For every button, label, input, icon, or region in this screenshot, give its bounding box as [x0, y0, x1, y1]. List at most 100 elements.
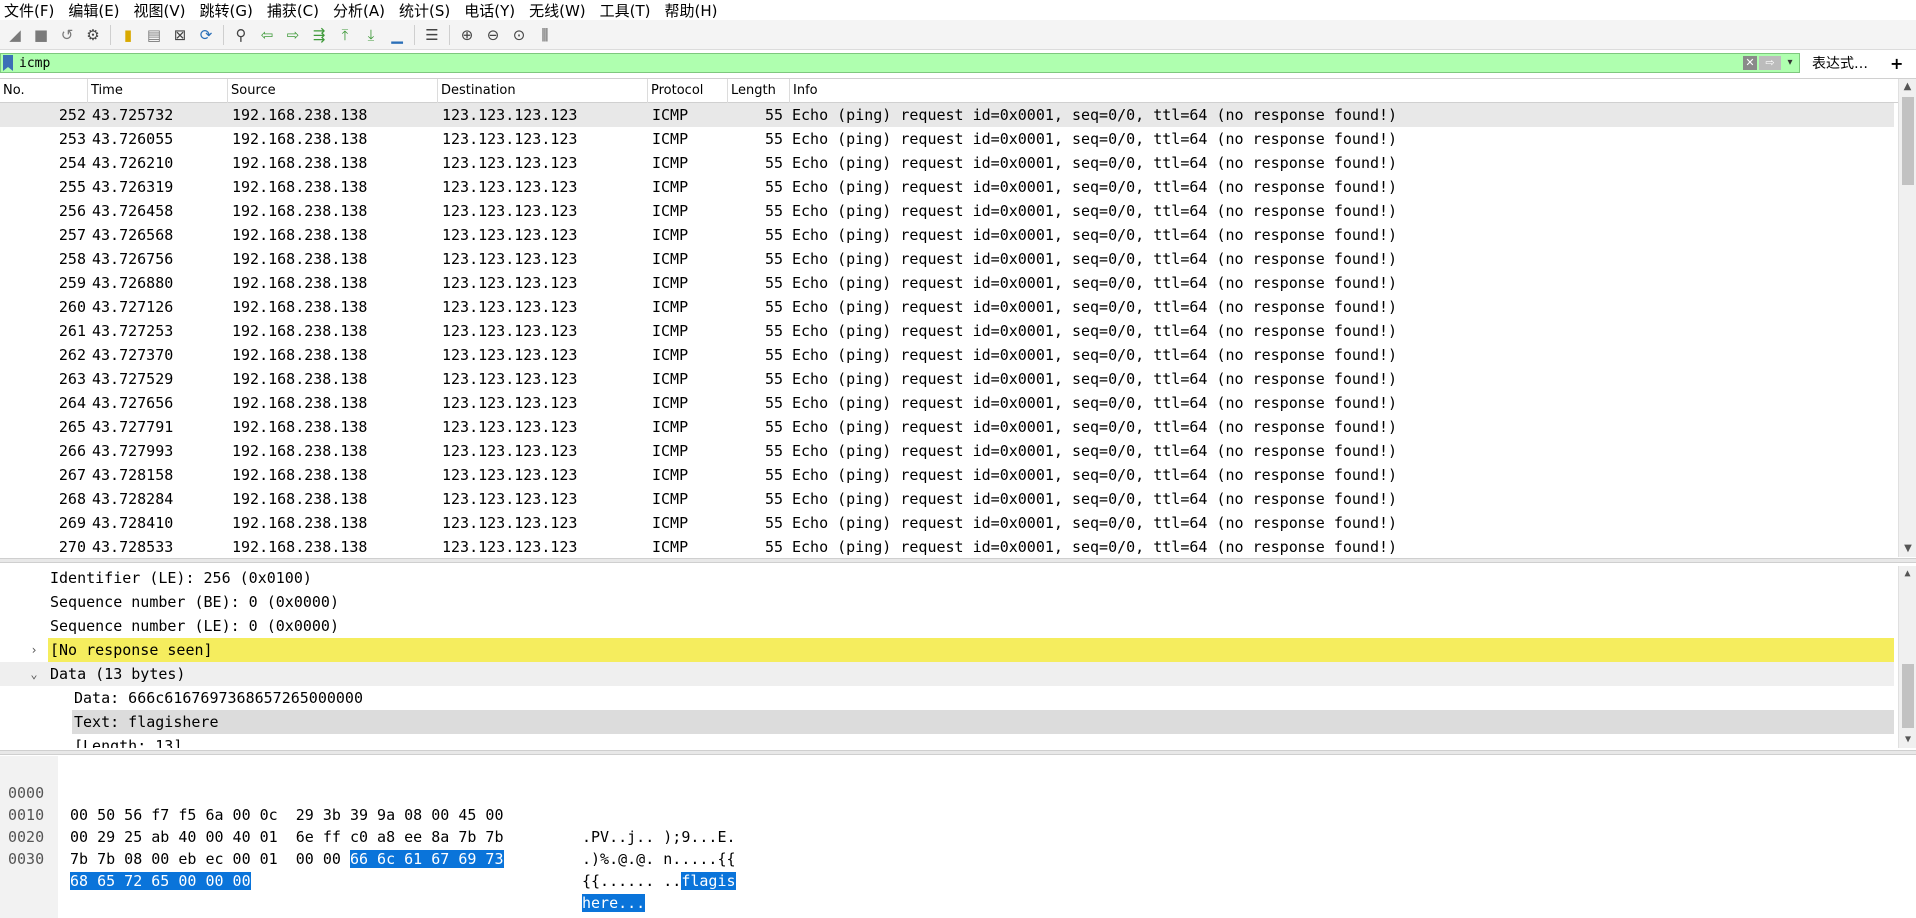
display-filter-bar: ✕ ⇨ ▾ 表达式… +	[0, 52, 1916, 74]
menu-tools[interactable]: 工具(T)	[600, 0, 651, 21]
packet-row[interactable]: 258 43.726756 192.168.238.138 123.123.123.1…	[0, 247, 1894, 271]
packet-row[interactable]: 268 43.728284 192.168.238.138 123.123.123.1…	[0, 487, 1894, 511]
filter-history-dropdown-icon[interactable]: ▾	[1783, 56, 1797, 70]
menu-telephony[interactable]: 电话(Y)	[464, 0, 515, 21]
tree-item[interactable]: [Length: 13]	[0, 734, 1894, 748]
details-scrollbar[interactable]: ▲ ▼	[1898, 566, 1916, 748]
tree-item[interactable]: ⌄ Data (13 bytes)	[0, 662, 1894, 686]
scroll-up-icon[interactable]: ▲	[1899, 566, 1916, 582]
resize-columns-icon[interactable]: ⫼	[533, 23, 557, 47]
menu-edit[interactable]: 编辑(E)	[68, 0, 119, 21]
packet-bytes-pane: 0000 00 50 56 f7 f5 6a 00 0c 29 3b 39 9a…	[0, 756, 1916, 918]
display-filter-input[interactable]	[13, 54, 1733, 72]
menu-go[interactable]: 跳转(G)	[200, 0, 253, 21]
scroll-down-icon[interactable]: ▼	[1899, 541, 1916, 557]
toolbar-separator	[223, 24, 224, 45]
scrollbar-thumb[interactable]	[1902, 664, 1914, 728]
menu-file[interactable]: 文件(F)	[4, 0, 54, 21]
close-file-icon[interactable]: ⊠	[168, 23, 192, 47]
last-packet-icon[interactable]: ⤓	[359, 23, 383, 47]
chevron-down-icon[interactable]: ⌄	[26, 662, 42, 686]
column-header-length[interactable]: Length	[728, 79, 790, 103]
packet-row[interactable]: 261 43.727253 192.168.238.138 123.123.123.1…	[0, 319, 1894, 343]
packet-row[interactable]: 264 43.727656 192.168.238.138 123.123.123.1…	[0, 391, 1894, 415]
menu-help[interactable]: 帮助(H)	[665, 0, 718, 21]
packet-protocol: ICMP	[652, 418, 689, 436]
capture-options-icon[interactable]: ⚙	[81, 23, 105, 47]
colorize-icon[interactable]: ☰	[420, 23, 444, 47]
packet-row[interactable]: 267 43.728158 192.168.238.138 123.123.123.1…	[0, 463, 1894, 487]
scroll-down-icon[interactable]: ▼	[1899, 732, 1916, 748]
packet-row[interactable]: 252 43.725732 192.168.238.138 123.123.123.1…	[0, 103, 1894, 127]
ascii-bytes: .)%.@.@. n.....{{	[582, 850, 736, 868]
go-to-packet-icon[interactable]: ⇶	[307, 23, 331, 47]
packet-source: 192.168.238.138	[232, 346, 368, 364]
packet-list-scrollbar[interactable]: ▲ ▼	[1898, 79, 1916, 557]
packet-destination: 123.123.123.123	[442, 154, 578, 172]
packet-source: 192.168.238.138	[232, 226, 368, 244]
packet-row[interactable]: 265 43.727791 192.168.238.138 123.123.123.1…	[0, 415, 1894, 439]
packet-row[interactable]: 257 43.726568 192.168.238.138 123.123.123.1…	[0, 223, 1894, 247]
menu-view[interactable]: 视图(V)	[134, 0, 186, 21]
bytes-row[interactable]: 0030 68 65 72 65 00 00 00 here...	[0, 826, 1916, 912]
column-header-info[interactable]: Info	[790, 79, 1898, 103]
packet-row[interactable]: 259 43.726880 192.168.238.138 123.123.123.1…	[0, 271, 1894, 295]
packet-list-header: No. Time Source Destination Protocol Len…	[0, 79, 1898, 103]
tree-item[interactable]: Data: 666c6167697368657265000000	[0, 686, 1894, 710]
auto-scroll-icon[interactable]: ▁	[385, 23, 409, 47]
packet-row[interactable]: 266 43.727993 192.168.238.138 123.123.123.1…	[0, 439, 1894, 463]
zoom-out-icon[interactable]: ⊖	[481, 23, 505, 47]
scrollbar-thumb[interactable]	[1902, 97, 1914, 185]
identifier-le-label: Identifier (LE): 256 (0x0100)	[50, 569, 312, 587]
go-forward-icon[interactable]: ⇨	[281, 23, 305, 47]
go-back-icon[interactable]: ⇦	[255, 23, 279, 47]
restart-capture-icon[interactable]: ↺	[55, 23, 79, 47]
packet-row[interactable]: 253 43.726055 192.168.238.138 123.123.123.1…	[0, 127, 1894, 151]
bytes-row[interactable]: 0000 00 50 56 f7 f5 6a 00 0c 29 3b 39 9a…	[0, 760, 1916, 846]
zoom-normal-icon[interactable]: ⊙	[507, 23, 531, 47]
pane-splitter[interactable]	[0, 558, 1916, 563]
reload-file-icon[interactable]: ⟳	[194, 23, 218, 47]
bookmark-icon[interactable]	[3, 55, 13, 71]
menu-wireless[interactable]: 无线(W)	[529, 0, 586, 21]
menu-analyze[interactable]: 分析(A)	[333, 0, 385, 21]
column-header-destination[interactable]: Destination	[438, 79, 648, 103]
menu-capture[interactable]: 捕获(C)	[267, 0, 319, 21]
stop-capture-icon[interactable]: ■	[29, 23, 53, 47]
tree-item[interactable]: Text: flagishere	[0, 710, 1894, 734]
first-packet-icon[interactable]: ⤒	[333, 23, 357, 47]
packet-row[interactable]: 255 43.726319 192.168.238.138 123.123.123.1…	[0, 175, 1894, 199]
tree-item[interactable]: Identifier (LE): 256 (0x0100)	[0, 566, 1894, 590]
start-capture-icon[interactable]: ◢	[3, 23, 27, 47]
packet-row[interactable]: 256 43.726458 192.168.238.138 123.123.123.1…	[0, 199, 1894, 223]
open-file-icon[interactable]: ▮	[116, 23, 140, 47]
chevron-right-icon[interactable]: ›	[26, 638, 42, 662]
pane-splitter[interactable]	[0, 750, 1916, 755]
tree-item[interactable]: › [No response seen]	[0, 638, 1894, 662]
packet-row[interactable]: 260 43.727126 192.168.238.138 123.123.123.1…	[0, 295, 1894, 319]
packet-row[interactable]: 254 43.726210 192.168.238.138 123.123.123.1…	[0, 151, 1894, 175]
packet-row[interactable]: 262 43.727370 192.168.238.138 123.123.123.1…	[0, 343, 1894, 367]
menu-statistics[interactable]: 统计(S)	[399, 0, 450, 21]
zoom-in-icon[interactable]: ⊕	[455, 23, 479, 47]
clear-filter-icon[interactable]: ✕	[1743, 56, 1757, 70]
packet-row[interactable]: 263 43.727529 192.168.238.138 123.123.123.1…	[0, 367, 1894, 391]
find-packet-icon[interactable]: ⚲	[229, 23, 253, 47]
packet-row[interactable]: 269 43.728410 192.168.238.138 123.123.123.1…	[0, 511, 1894, 535]
column-header-source[interactable]: Source	[228, 79, 438, 103]
column-header-protocol[interactable]: Protocol	[648, 79, 728, 103]
packet-no: 256	[58, 202, 86, 220]
bytes-row[interactable]: 0020 7b 7b 08 00 eb ec 00 01 00 00 66 6c…	[0, 804, 1916, 890]
column-header-time[interactable]: Time	[88, 79, 228, 103]
apply-filter-icon[interactable]: ⇨	[1759, 56, 1781, 70]
packet-no: 269	[58, 514, 86, 532]
packet-row[interactable]: 270 43.728533 192.168.238.138 123.123.123.1…	[0, 535, 1894, 557]
column-header-no[interactable]: No.	[0, 79, 88, 103]
add-filter-button[interactable]: +	[1890, 54, 1903, 73]
expression-button[interactable]: 表达式…	[1812, 53, 1868, 73]
save-file-icon[interactable]: ▤	[142, 23, 166, 47]
tree-item[interactable]: Sequence number (BE): 0 (0x0000)	[0, 590, 1894, 614]
bytes-row[interactable]: 0010 00 29 25 ab 40 00 40 01 6e ff c0 a8…	[0, 782, 1916, 868]
tree-item[interactable]: Sequence number (LE): 0 (0x0000)	[0, 614, 1894, 638]
scroll-up-icon[interactable]: ▲	[1899, 79, 1916, 95]
